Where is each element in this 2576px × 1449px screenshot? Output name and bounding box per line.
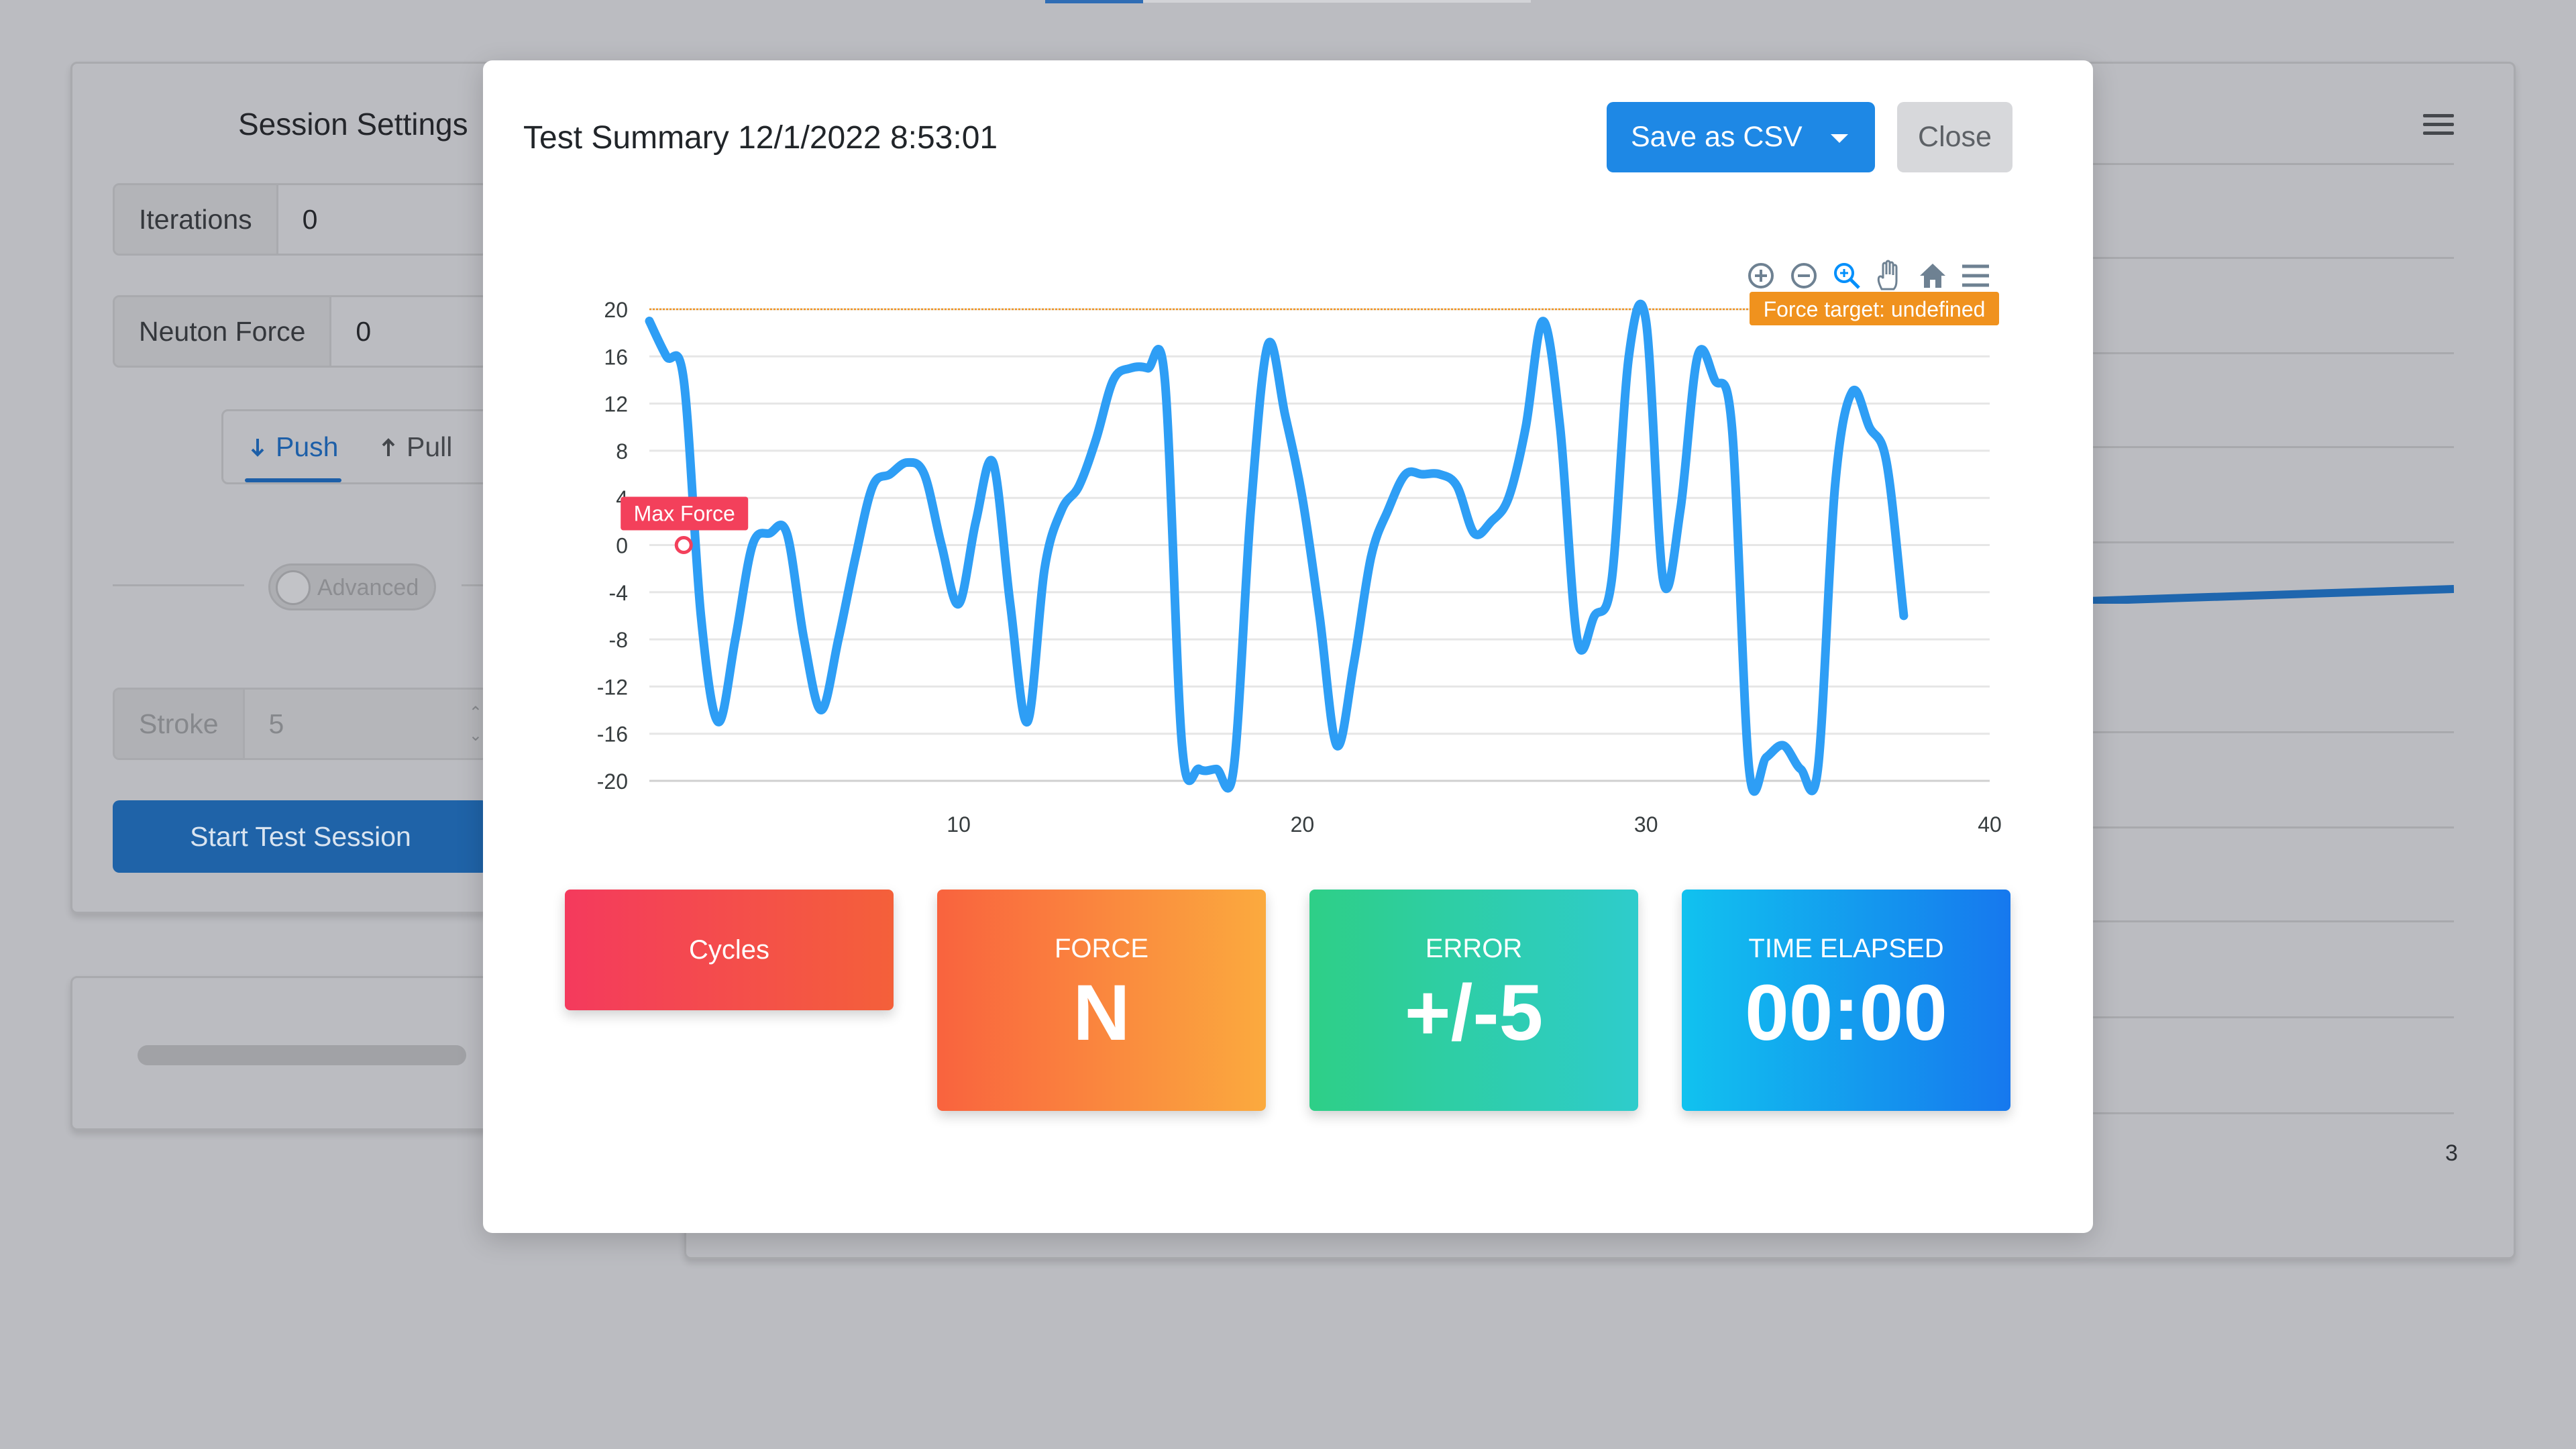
arrow-up-icon [382,437,395,456]
background-tab-indicator-active [1045,0,1143,3]
neuton-force-label: Neuton Force [115,297,332,366]
zoom-out-icon[interactable] [1787,259,1821,292]
pull-label: Pull [407,431,453,462]
force-chart: 201612840-4-8-12-16-2010203040Force targ… [483,60,2093,865]
push-label: Push [276,431,339,462]
selection-zoom-icon[interactable] [1830,259,1864,292]
bg-gridline [2086,257,2454,259]
test-summary-modal: Test Summary 12/1/2022 8:53:01 Save as C… [483,60,2093,1233]
direction-toggle: Push Pull [221,409,490,484]
push-tab[interactable]: Push [250,431,338,463]
neuton-force-field[interactable]: Neuton Force 0 [113,295,488,368]
y-tick-label: -4 [609,581,628,605]
bg-gridline [2086,352,2454,354]
background-chart-menu-icon[interactable] [2423,114,2454,135]
advanced-label: Advanced [317,575,419,600]
force-chart-svg: 201612840-4-8-12-16-2010203040Force targ… [597,292,2002,837]
y-tick-label: 20 [604,298,628,322]
push-tab-underline [245,478,341,482]
home-reset-icon[interactable] [1916,259,1949,292]
pull-tab[interactable]: Pull [381,431,452,463]
bg-gridline [2086,1016,2454,1018]
x-tick-label: 40 [1978,812,2002,837]
bg-gridline [2086,826,2454,828]
error-label: ERROR [1425,934,1523,963]
switch-knob [276,570,311,605]
force-target-label: Force target: undefined [1764,297,1986,321]
progress-bar-placeholder [138,1045,466,1065]
y-tick-label: 16 [604,345,628,369]
cycles-card: Cycles [565,890,894,1010]
chart-toolbar [1744,259,1992,292]
bg-gridline [2086,1112,2454,1114]
background-tab-indicator [1143,0,1531,3]
stroke-field[interactable]: Stroke 5 ⌃ ⌄ [113,688,488,760]
y-tick-label: 0 [616,534,628,558]
force-series-line [645,299,1909,796]
x-tick-label: 20 [1291,812,1315,837]
x-tick-label: 30 [1634,812,1658,837]
y-tick-label: -12 [597,675,628,699]
chart-menu-icon[interactable] [1959,259,1992,292]
y-tick-label: -8 [609,628,628,652]
bg-gridline [2086,541,2454,543]
zoom-in-icon[interactable] [1744,259,1778,292]
bg-gridline [2086,731,2454,733]
neuton-force-input[interactable]: 0 [331,297,371,366]
advanced-switch[interactable]: Advanced [268,564,436,610]
stroke-label: Stroke [115,690,245,758]
max-force-label: Max Force [634,502,735,526]
time-elapsed-card: TIME ELAPSED 00:00 [1682,890,2010,1111]
time-elapsed-label: TIME ELAPSED [1748,934,1944,963]
bg-gridline [2086,163,2454,165]
pan-hand-icon[interactable] [1873,259,1907,292]
bg-gridline [2086,920,2454,922]
start-test-session-button[interactable]: Start Test Session [113,800,488,873]
error-card: ERROR +/-5 [1309,890,1638,1111]
force-label: FORCE [1055,934,1148,963]
force-value: N [1073,969,1130,1057]
iterations-input[interactable]: 0 [278,185,318,254]
iterations-label: Iterations [115,185,278,254]
y-tick-label: -16 [597,722,628,747]
stroke-input[interactable]: 5 [245,690,284,758]
stroke-spinner-icon[interactable]: ⌃ ⌄ [469,702,482,747]
bg-gridline [2086,446,2454,448]
arrow-down-icon [251,438,264,457]
cycles-label: Cycles [688,935,770,965]
y-tick-label: -20 [597,769,628,794]
max-force-point [674,536,693,554]
background-x-tick: 3 [2445,1140,2458,1166]
time-elapsed-value: 00:00 [1745,969,1947,1057]
force-card: FORCE N [937,890,1266,1111]
x-tick-label: 10 [947,812,971,837]
y-tick-label: 12 [604,392,628,417]
y-tick-label: 8 [616,439,628,464]
error-value: +/-5 [1404,969,1544,1057]
background-series-line [2086,585,2454,604]
iterations-field[interactable]: Iterations 0 [113,183,488,256]
session-settings-title: Session Settings [238,107,468,142]
divider-left [113,584,244,586]
